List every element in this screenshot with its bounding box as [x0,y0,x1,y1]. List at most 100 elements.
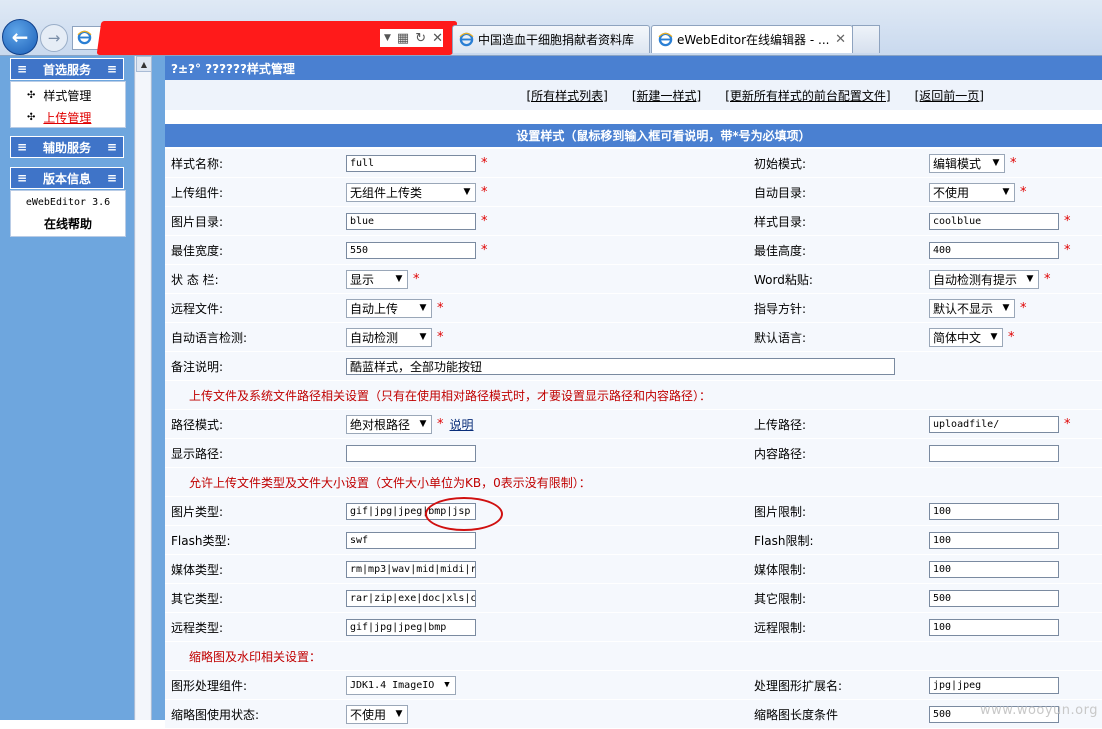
sidebar-item-style-management[interactable]: ✣ 样式管理 [11,84,125,106]
field-label: 样式名称: [171,156,224,171]
form-row: Flash类型: swf Flash限制: 100 [165,526,1102,555]
field-label: 默认语言: [754,330,807,345]
form-title: 设置样式（鼠标移到输入框可看说明，带*号为必填项） [165,124,1102,147]
close-icon[interactable]: ✕ [835,32,846,47]
field-label: 其它类型: [171,591,224,606]
main-content: ?±?° ??????样式管理 [所有样式列表] [新建一样式] [更新所有样式… [165,56,1102,729]
scroll-up-icon[interactable]: ▲ [136,56,152,72]
flash-limit-input[interactable]: 100 [929,531,1059,549]
sidebar-item-label: 样式管理 [43,88,92,103]
best-height-input[interactable]: 400 [929,241,1059,259]
chevron-down-icon: ▼ [1022,270,1038,288]
content-path-input[interactable] [929,444,1059,462]
nav-new-style-link[interactable]: [新建一样式] [632,87,701,104]
field-label: 自动目录: [754,185,807,200]
tab-ewebeditor[interactable]: eWebEditor在线编辑器 - ... ✕ [651,25,853,53]
ie-icon [658,32,673,47]
field-label: 样式目录: [754,214,807,229]
required-mark: * [481,155,488,171]
required-mark: * [437,300,444,316]
status-bar-select[interactable]: 显示 ▼ [346,269,408,289]
guideline-select[interactable]: 默认不显示 ▼ [929,298,1015,318]
style-form: 样式名称: full * 初始模式: 编辑模式 ▼ * 上传组件: 无组件上传类 ▼ * … [165,149,1102,729]
image-processor-select[interactable]: JDK1.4 ImageIO ▼ [346,675,456,695]
best-width-input[interactable]: 550 [346,241,476,259]
arrow-right-icon: → [47,29,61,47]
required-mark: * [437,416,444,432]
sidebar: ≡ 首选服务 ≡ ✣ 样式管理 ✣ 上传管理 ≡ 辅助服务 ≡ ≡ 版本信息 ≡… [0,56,134,720]
compatibility-icon[interactable]: ▦ [397,31,409,46]
field-label: 备注说明: [171,359,224,374]
field-label: 图片限制: [754,504,807,519]
form-row: 远程文件: 自动上传 ▼ * 指导方针: 默认不显示 ▼ * [165,294,1102,323]
thumbnail-status-select[interactable]: 不使用 ▼ [346,704,408,724]
media-types-input[interactable]: rm|mp3|wav|mid|midi|r [346,560,476,578]
sidebar-header-label: 首选服务 [42,62,91,77]
sidebar-header-auxiliary[interactable]: ≡ 辅助服务 ≡ [10,136,124,158]
sidebar-scrollbar[interactable]: ▲ [134,56,152,720]
required-mark: * [481,213,488,229]
field-label: 图形处理组件: [171,678,248,693]
default-language-select[interactable]: 简体中文 ▼ [929,327,1003,347]
display-path-input[interactable] [346,444,476,462]
required-mark: * [481,242,488,258]
field-label: 最佳宽度: [171,243,224,258]
remote-limit-input[interactable]: 100 [929,618,1059,636]
sidebar-header-preferred[interactable]: ≡ 首选服务 ≡ [10,58,124,80]
other-types-input[interactable]: rar|zip|exe|doc|xls|c [346,589,476,607]
initial-mode-select[interactable]: 编辑模式 ▼ [929,153,1005,173]
required-mark: * [1008,329,1015,345]
auto-language-select[interactable]: 自动检测 ▼ [346,327,432,347]
image-directory-input[interactable]: blue [346,212,476,230]
media-limit-input[interactable]: 100 [929,560,1059,578]
sidebar-item-upload-management[interactable]: ✣ 上传管理 [11,106,125,128]
refresh-icon[interactable]: ↻ [415,31,426,46]
style-directory-input[interactable]: coolblue [929,212,1059,230]
remote-types-input[interactable]: gif|jpg|jpeg|bmp [346,618,476,636]
scroll-thumb[interactable] [136,72,150,720]
required-mark: * [1064,242,1071,258]
field-label: 媒体限制: [754,562,807,577]
nav-back-link[interactable]: [返回前一页] [915,87,984,104]
upload-component-select[interactable]: 无组件上传类 ▼ [346,182,476,202]
highlight-circle [425,497,503,531]
back-button[interactable]: ← [2,19,38,55]
sidebar-menu-version: eWebEditor 3.6 在线帮助 [10,190,126,237]
new-tab-button[interactable] [852,25,880,53]
stop-icon[interactable]: ✕ [432,31,443,46]
sidebar-header-label: 版本信息 [42,171,91,186]
flash-types-input[interactable]: swf [346,531,476,549]
nav-all-styles-link[interactable]: [所有样式列表] [527,87,608,104]
field-label: 其它限制: [754,591,807,606]
auto-directory-select[interactable]: 不使用 ▼ [929,182,1015,202]
upload-path-input[interactable]: uploadfile/ [929,415,1059,433]
menu-lines-icon: ≡ [106,140,117,154]
remote-file-select[interactable]: 自动上传 ▼ [346,298,432,318]
image-limit-input[interactable]: 100 [929,502,1059,520]
nav-update-config-link[interactable]: [更新所有样式的前台配置文件] [725,87,890,104]
field-label: 上传路径: [754,417,807,432]
remark-input[interactable]: 酷蓝样式，全部功能按钮 [346,357,895,375]
word-paste-select[interactable]: 自动检测有提示 ▼ [929,269,1039,289]
sidebar-header-version[interactable]: ≡ 版本信息 ≡ [10,167,124,189]
processed-extensions-input[interactable]: jpg|jpeg [929,676,1059,694]
chevron-down-icon: ▼ [415,328,431,346]
form-row: 其它类型: rar|zip|exe|doc|xls|c 其它限制: 500 [165,584,1102,613]
tab-donor-database[interactable]: 中国造血干细胞捐献者资料库 [452,25,650,53]
forward-button[interactable]: → [40,24,68,52]
style-name-input[interactable]: full [346,154,476,172]
online-help-link[interactable]: 在线帮助 [11,213,125,235]
form-row: 样式名称: full * 初始模式: 编辑模式 ▼ * [165,149,1102,178]
other-limit-input[interactable]: 500 [929,589,1059,607]
chevron-down-icon: ▼ [415,415,431,433]
top-nav: [所有样式列表] [新建一样式] [更新所有样式的前台配置文件] [返回前一页] [165,80,1102,110]
section-heading: 缩略图及水印相关设置： [189,649,322,664]
field-label: 媒体类型: [171,562,224,577]
explanation-link[interactable]: 说明 [450,416,474,433]
path-mode-select[interactable]: 绝对根路径 ▼ [346,414,432,434]
required-mark: * [1044,271,1051,287]
chevron-down-icon: ▼ [391,270,407,288]
browser-chrome: ← → ▼ ▦ ↻ ✕ 中国造血干细胞捐献者资料库 eWebEditor在线编辑… [0,0,1102,56]
address-bar[interactable]: ▼ ▦ ↻ ✕ [72,21,458,55]
dropdown-arrow-icon[interactable]: ▼ [384,33,391,43]
